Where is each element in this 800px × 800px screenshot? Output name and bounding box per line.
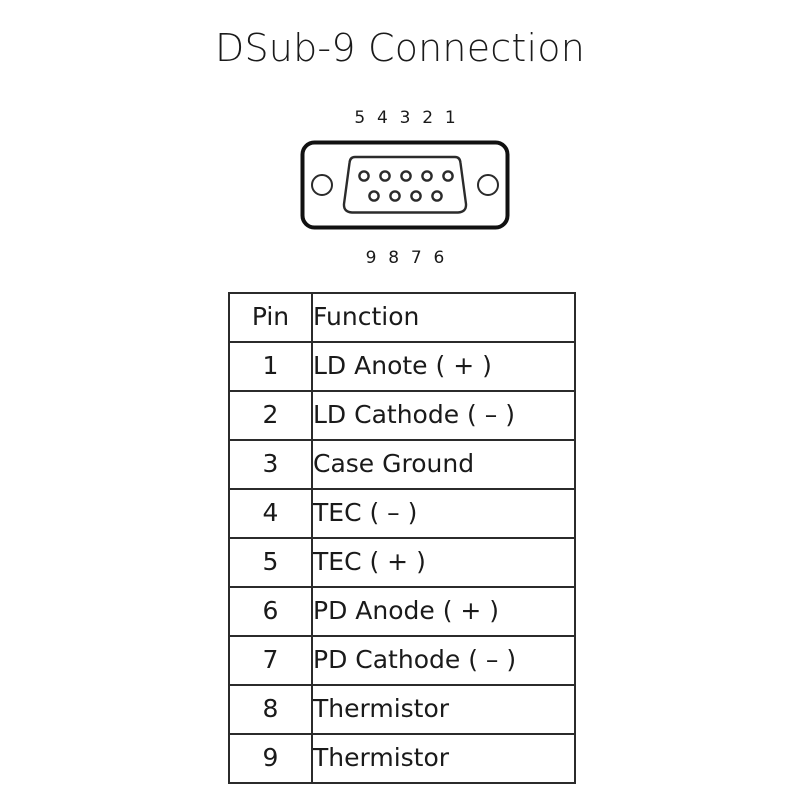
pin-function-cell: Thermistor [311,733,576,784]
table-row: 3 Case Ground [228,439,576,490]
dsub9-connector-figure: 5 4 3 2 1 9 8 7 6 [280,108,530,276]
pin-number-cell: 3 [228,439,313,490]
pin-number-cell: 2 [228,390,313,441]
table-row: 6 PD Anode ( + ) [228,586,576,637]
pin-function-cell: TEC ( + ) [311,537,576,588]
pin-number-cell: 8 [228,684,313,735]
page-root: DSub-9 Connection 5 4 3 2 1 9 8 7 6 Pin … [0,0,800,800]
table-row: 7 PD Cathode ( – ) [228,635,576,686]
pin-function-cell: PD Anode ( + ) [311,586,576,637]
pin-number-cell: 7 [228,635,313,686]
table-row: 1 LD Anote ( + ) [228,341,576,392]
pin-function-cell: LD Anote ( + ) [311,341,576,392]
pin-function-cell: PD Cathode ( – ) [311,635,576,686]
pin-table-body: Pin Function 1 LD Anote ( + ) 2 LD Cathode … [228,292,576,784]
pin-number-cell: 4 [228,488,313,539]
table-row: 9 Thermistor [228,733,576,784]
pin-function-cell: Thermistor [311,684,576,735]
pin-number-cell: 9 [228,733,313,784]
pin-function-cell: Case Ground [311,439,576,490]
header-function: Function [311,292,576,343]
table-row: 5 TEC ( + ) [228,537,576,588]
connector-top-pin-labels: 5 4 3 2 1 [354,108,459,128]
pin-assignment-table: Pin Function 1 LD Anote ( + ) 2 LD Cathode … [228,292,576,784]
pin-number-cell: 5 [228,537,313,588]
header-pin: Pin [228,292,313,343]
pin-number-cell: 6 [228,586,313,637]
table-header-row: Pin Function [228,292,576,343]
pin-number-cell: 1 [228,341,313,392]
dsub9-connector-icon [300,140,510,230]
connector-bottom-pin-labels: 9 8 7 6 [365,248,448,268]
table-row: 8 Thermistor [228,684,576,735]
table-row: 4 TEC ( – ) [228,488,576,539]
page-title: DSub-9 Connection [215,26,585,70]
pin-function-cell: TEC ( – ) [311,488,576,539]
table-row: 2 LD Cathode ( – ) [228,390,576,441]
pin-function-cell: LD Cathode ( – ) [311,390,576,441]
